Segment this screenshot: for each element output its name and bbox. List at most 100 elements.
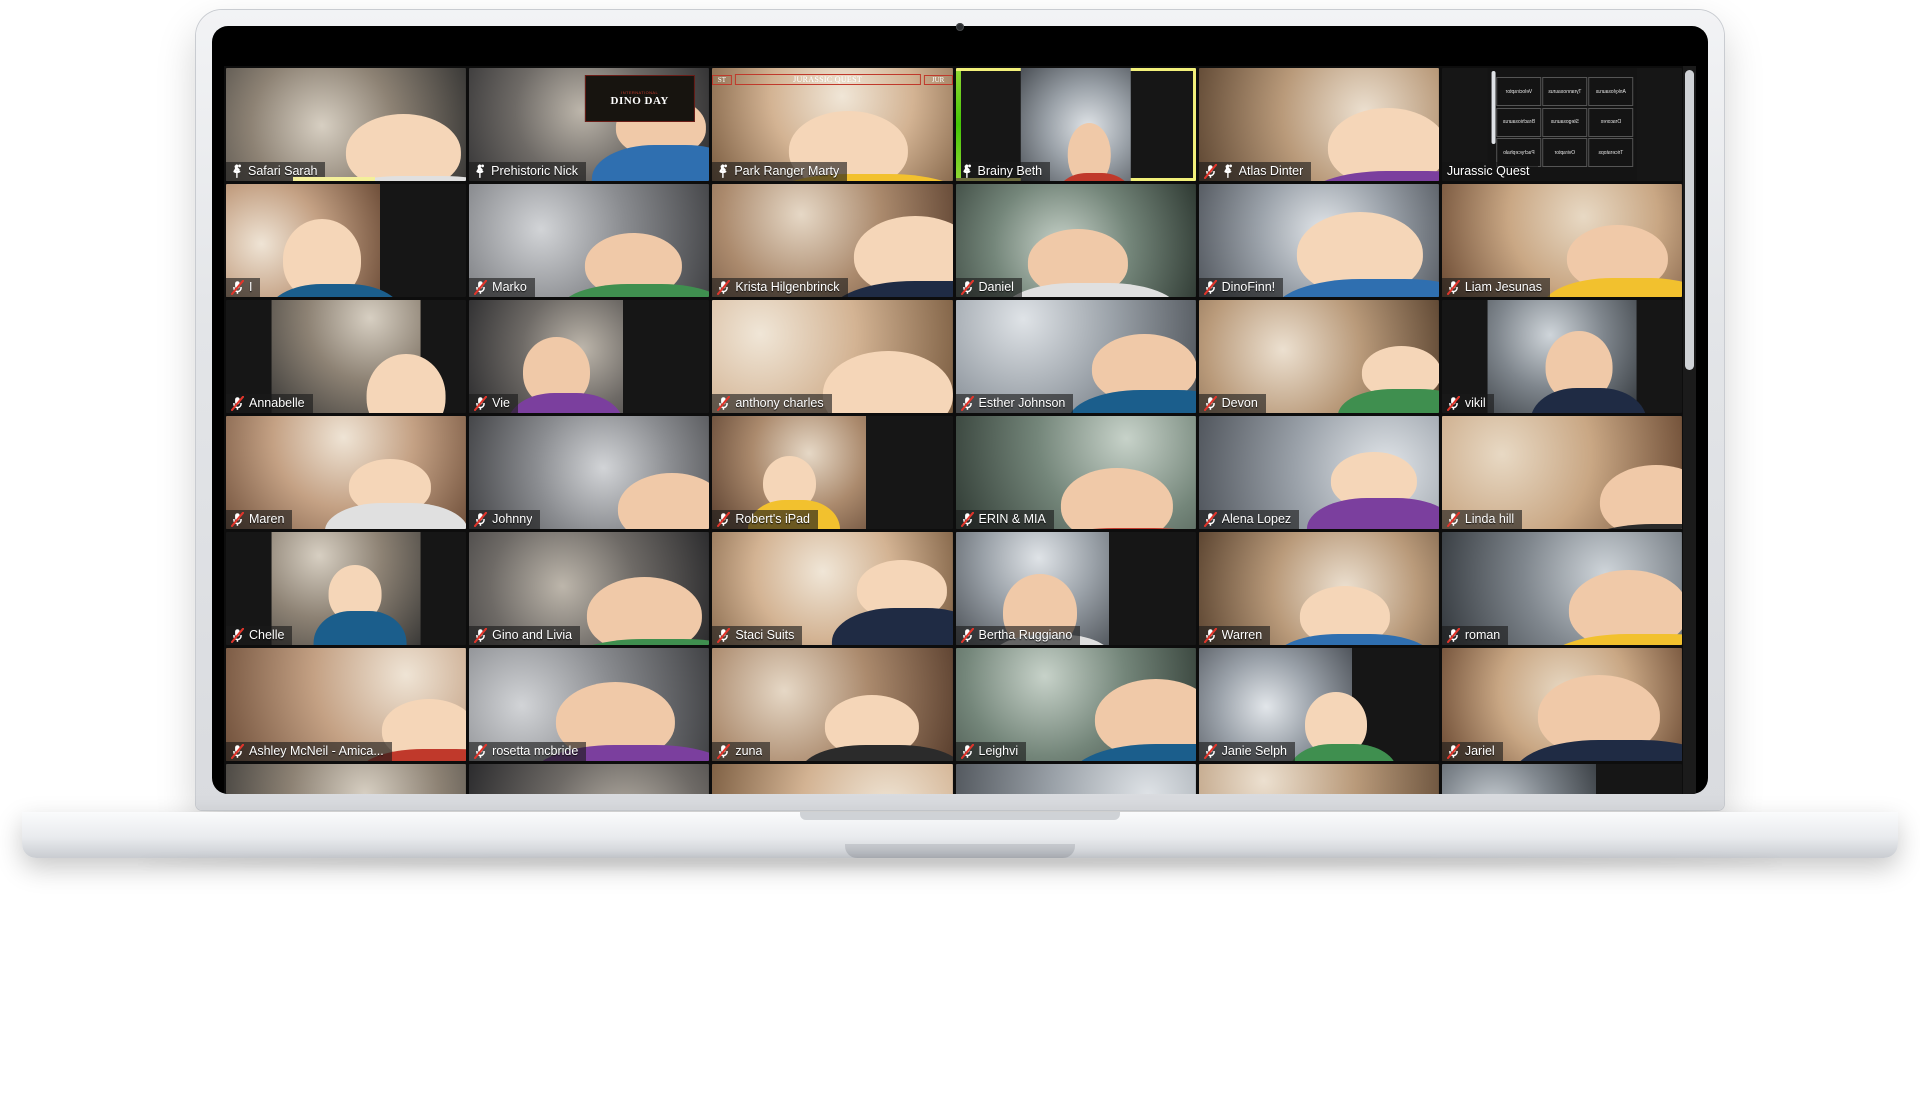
torso-shape: [324, 503, 467, 529]
participant-tile[interactable]: ST JURASSIC QUEST JUR Park Ranger Marty: [712, 68, 953, 181]
participant-name: Vie: [492, 396, 510, 410]
face-shape: [1600, 464, 1682, 529]
participant-tile[interactable]: Atlas Dinter: [1198, 68, 1439, 181]
participant-name: Devon: [1221, 396, 1258, 410]
participant-tile[interactable]: [712, 764, 953, 794]
participant-name: Liam Jesunas: [1464, 280, 1542, 294]
participant-tile[interactable]: Annabelle: [226, 300, 467, 413]
participant-namebar: Ashley McNeil - Amica...: [226, 742, 392, 761]
participant-grid: Safari Sarah INTERNATIONAL DINO DAY Preh…: [224, 66, 1682, 794]
shared-scrollbar: [1491, 71, 1496, 144]
participant-namebar: Staci Suits: [712, 626, 803, 645]
participant-tile[interactable]: Leighvi: [955, 648, 1196, 761]
laptop-display: Safari Sarah INTERNATIONAL DINO DAY Preh…: [212, 26, 1708, 794]
mic-muted-icon: [474, 627, 488, 644]
torso-shape: [1056, 173, 1132, 181]
participant-name: rosetta mcbride: [492, 744, 579, 758]
face-shape: [346, 114, 462, 181]
participant-video: [226, 764, 467, 794]
mic-muted-icon: [1446, 395, 1460, 412]
participant-tile[interactable]: Jariel: [1441, 648, 1682, 761]
participant-name: Staci Suits: [735, 628, 795, 642]
participant-tile[interactable]: Bertha Ruggiano: [955, 532, 1196, 645]
laptop-stage: Safari Sarah INTERNATIONAL DINO DAY Preh…: [0, 0, 1920, 1109]
participant-tile[interactable]: Liam Jesunas: [1441, 184, 1682, 297]
participant-tile[interactable]: Daniel: [955, 184, 1196, 297]
active-speaker-underline: [293, 177, 375, 181]
participant-tile[interactable]: Krista Hilgenbrinck: [712, 184, 953, 297]
dino-day-overlay: INTERNATIONAL DINO DAY: [584, 74, 695, 123]
participant-tile[interactable]: Maren: [226, 416, 467, 529]
participant-tile[interactable]: [955, 764, 1196, 794]
dino-day-title: DINO DAY: [610, 94, 669, 107]
mic-muted-icon: [474, 743, 488, 760]
torso-shape: [1003, 282, 1179, 297]
face-shape: [586, 577, 703, 645]
participant-tile[interactable]: DinoFinn!: [1198, 184, 1439, 297]
mic-muted-icon: [960, 511, 974, 528]
participant-name: Krista Hilgenbrinck: [735, 280, 840, 294]
torso-shape: [267, 284, 404, 297]
participant-namebar: Vie: [469, 394, 518, 413]
participant-namebar: Annabelle: [226, 394, 313, 413]
participant-tile[interactable]: Staci Suits: [712, 532, 953, 645]
participant-tile[interactable]: Chelle: [226, 532, 467, 645]
participant-tile[interactable]: Esther Johnson: [955, 300, 1196, 413]
jurassic-quest-banner: ST JURASSIC QUEST JUR: [712, 70, 953, 89]
participant-tile[interactable]: Brainy Beth: [955, 68, 1196, 181]
participant-video: [1441, 764, 1682, 794]
participant-tile[interactable]: ERIN & MIA: [955, 416, 1196, 529]
participant-tile[interactable]: Alena Lopez: [1198, 416, 1439, 529]
share-grid-cell: Brachiosaurus: [1496, 107, 1542, 137]
torso-shape: [1275, 634, 1432, 645]
participant-tile[interactable]: anthony charles: [712, 300, 953, 413]
torso-shape: [507, 392, 624, 413]
laptop-hinge: [800, 812, 1120, 820]
participant-namebar: roman: [1441, 626, 1509, 645]
share-grid-cell: Triceratops: [1588, 138, 1634, 168]
participant-namebar: DinoFinn!: [1198, 278, 1284, 297]
participant-tile[interactable]: Vie: [469, 300, 710, 413]
participant-namebar: Chelle: [226, 626, 293, 645]
participant-tile[interactable]: Gino and Livia: [469, 532, 710, 645]
participant-tile[interactable]: [1198, 764, 1439, 794]
participant-name: Bertha Ruggiano: [978, 628, 1073, 642]
participant-namebar: Linda hill: [1441, 510, 1523, 529]
torso-shape: [801, 745, 953, 761]
participant-tile[interactable]: Linda hill: [1441, 416, 1682, 529]
gallery-scrollbar-thumb[interactable]: [1685, 70, 1694, 370]
pin-icon: [961, 164, 973, 179]
face-shape: [1328, 107, 1439, 181]
participant-tile[interactable]: Safari Sarah: [226, 68, 467, 181]
participant-tile[interactable]: rosetta mcbride: [469, 648, 710, 761]
mic-muted-icon: [717, 743, 731, 760]
participant-name: Chelle: [249, 628, 285, 642]
participant-tile[interactable]: [1441, 764, 1682, 794]
participant-tile[interactable]: Robert's iPad: [712, 416, 953, 529]
gallery-scrollbar[interactable]: [1683, 66, 1696, 794]
participant-tile[interactable]: [226, 764, 467, 794]
participant-tile[interactable]: Marko: [469, 184, 710, 297]
participant-name: Marko: [492, 280, 527, 294]
participant-name: Esther Johnson: [978, 396, 1066, 410]
participant-tile[interactable]: Velociraptor Tyrannosaurus Ankylosaurus Bra…: [1441, 68, 1682, 181]
participant-tile[interactable]: I: [226, 184, 467, 297]
video-background: [1441, 764, 1596, 794]
participant-tile[interactable]: Warren: [1198, 532, 1439, 645]
participant-tile[interactable]: vikil: [1441, 300, 1682, 413]
face-shape: [366, 354, 446, 413]
participant-tile[interactable]: Devon: [1198, 300, 1439, 413]
pin-icon: [231, 164, 243, 179]
participant-namebar: zuna: [712, 742, 771, 761]
participant-tile[interactable]: Ashley McNeil - Amica...: [226, 648, 467, 761]
mic-muted-icon: [717, 627, 731, 644]
participant-tile[interactable]: roman: [1441, 532, 1682, 645]
participant-tile[interactable]: INTERNATIONAL DINO DAY Prehistoric Nick: [469, 68, 710, 181]
participant-tile[interactable]: Johnny: [469, 416, 710, 529]
participant-tile[interactable]: Janie Selph: [1198, 648, 1439, 761]
participant-tile[interactable]: zuna: [712, 648, 953, 761]
video-background: [955, 764, 1196, 794]
participant-namebar: Devon: [1198, 394, 1266, 413]
participant-tile[interactable]: [469, 764, 710, 794]
share-grid-cell: Ankylosaurus: [1588, 77, 1634, 107]
